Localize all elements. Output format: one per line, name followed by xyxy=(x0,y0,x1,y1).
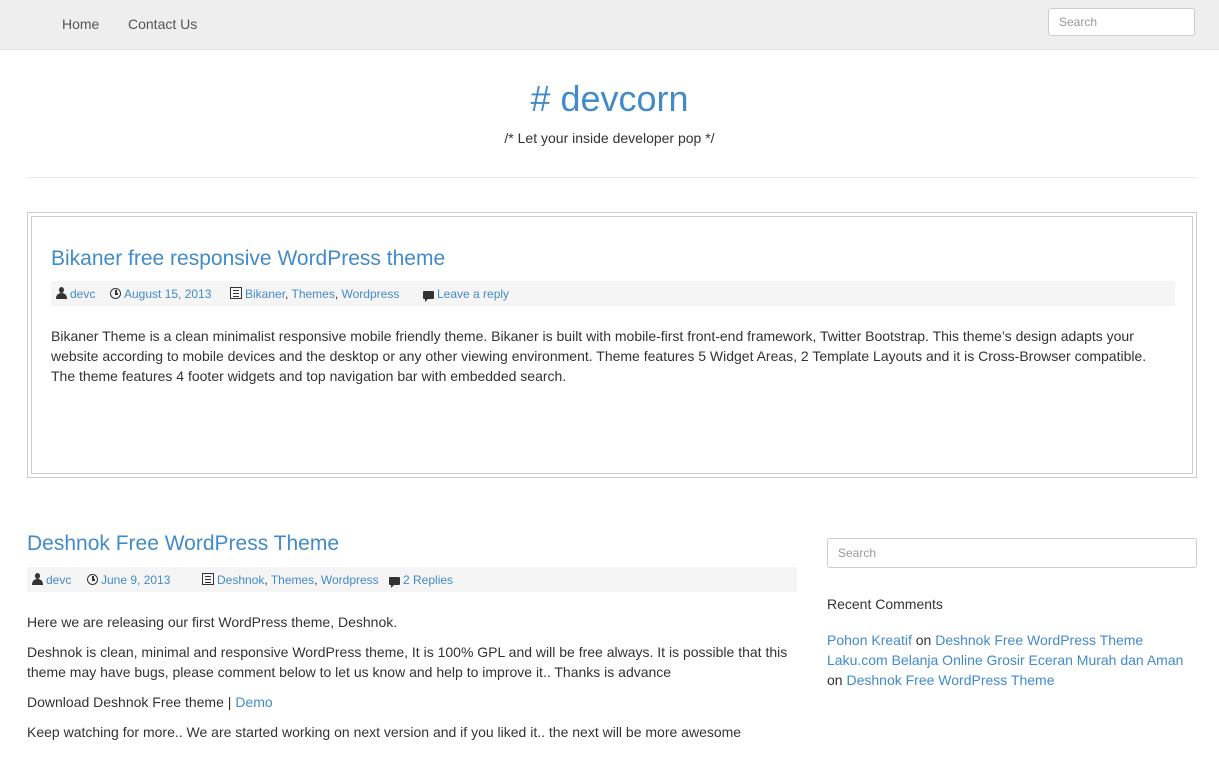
post-category-link[interactable]: Deshnok xyxy=(217,573,264,587)
post-meta: devc June 9, 2013 Deshnok, Themes, Wordp… xyxy=(27,567,797,592)
post-date-link[interactable]: June 9, 2013 xyxy=(101,573,170,587)
featured-category-link[interactable]: Bikaner xyxy=(245,287,285,301)
featured-post-excerpt: Bikaner Theme is a clean minimalist resp… xyxy=(51,328,1147,384)
post-title[interactable]: Deshnok Free WordPress Theme xyxy=(27,532,339,556)
post-paragraph: Here we are releasing our first WordPres… xyxy=(27,614,398,630)
comment-icon xyxy=(389,577,400,588)
site-description: /* Let your inside developer pop */ xyxy=(504,130,715,146)
demo-link[interactable]: Demo xyxy=(235,694,272,710)
comment-author-link[interactable]: Laku.com Belanja Online Grosir Eceran Mu… xyxy=(827,652,1183,668)
category-icon xyxy=(230,287,242,299)
site-title[interactable]: # devcorn xyxy=(0,78,1219,120)
header-divider xyxy=(27,177,1197,178)
featured-category-link[interactable]: Themes xyxy=(291,287,334,301)
category-icon xyxy=(202,573,214,585)
recent-comments-list: Pohon Kreatif on Deshnok Free WordPress … xyxy=(827,630,1199,690)
comment-post-link[interactable]: Deshnok Free WordPress Theme xyxy=(846,672,1054,688)
post-paragraph: Deshnok is clean, minimal and responsive… xyxy=(27,644,788,680)
nav-home-link[interactable]: Home xyxy=(62,16,99,32)
featured-post-box: Bikaner free responsive WordPress theme … xyxy=(27,212,1197,478)
clock-icon xyxy=(110,288,121,299)
featured-comments-link[interactable]: Leave a reply xyxy=(437,287,509,301)
post-comments-link[interactable]: 2 Replies xyxy=(403,573,453,587)
featured-category-link[interactable]: Wordpress xyxy=(342,287,400,301)
post-paragraph: Keep watching for more.. We are started … xyxy=(27,724,742,740)
clock-icon xyxy=(87,574,98,585)
post-category-link[interactable]: Wordpress xyxy=(321,573,379,587)
post-download-line: Download Deshnok Free theme | Demo xyxy=(27,694,273,710)
sidebar-search-input[interactable] xyxy=(827,538,1197,568)
nav-contact-us-link[interactable]: Contact Us xyxy=(128,16,197,32)
post-category-link[interactable]: Themes xyxy=(271,573,314,587)
comment-icon xyxy=(423,291,434,302)
author-icon xyxy=(56,287,67,299)
featured-post-inner: Bikaner free responsive WordPress theme … xyxy=(31,216,1193,474)
recent-comment-item: Laku.com Belanja Online Grosir Eceran Mu… xyxy=(827,652,1184,688)
post-author-link[interactable]: devc xyxy=(46,573,71,587)
recent-comment-item: Pohon Kreatif on Deshnok Free WordPress … xyxy=(827,632,1144,648)
recent-comments-heading: Recent Comments xyxy=(827,596,943,612)
featured-date-link[interactable]: August 15, 2013 xyxy=(124,287,211,301)
navbar-search-input[interactable] xyxy=(1048,8,1195,36)
comment-post-link[interactable]: Deshnok Free WordPress Theme xyxy=(935,632,1143,648)
featured-post-title[interactable]: Bikaner free responsive WordPress theme xyxy=(51,247,445,271)
author-icon xyxy=(32,573,43,585)
comment-author-link[interactable]: Pohon Kreatif xyxy=(827,632,912,648)
featured-author-link[interactable]: devc xyxy=(70,287,95,301)
top-navbar: Home Contact Us xyxy=(0,0,1219,50)
featured-post-meta: devc August 15, 2013 Bikaner, Themes, Wo… xyxy=(51,281,1175,306)
